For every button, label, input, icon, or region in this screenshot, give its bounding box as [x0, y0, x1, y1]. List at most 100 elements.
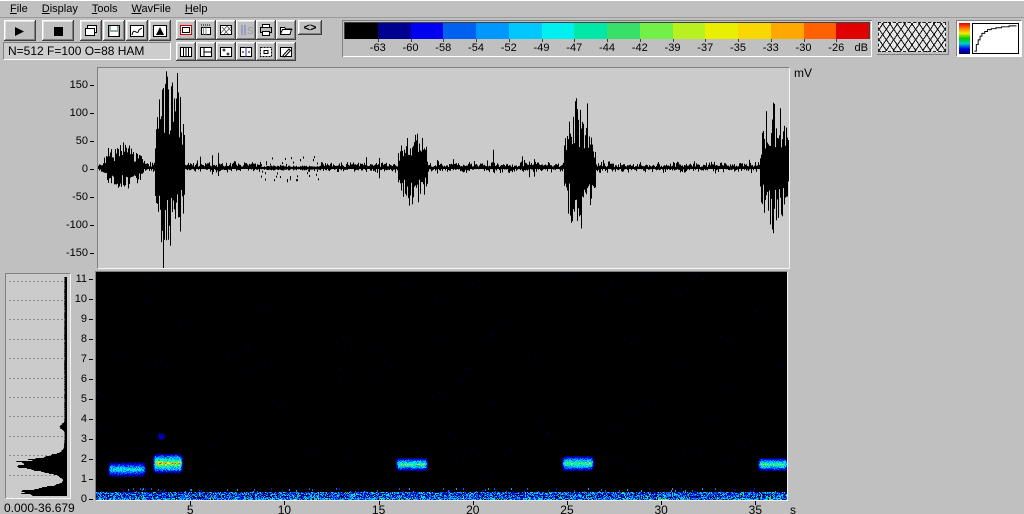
- transfer-curve-icon: [972, 23, 1019, 54]
- frequency-ytick-label: 3: [81, 433, 93, 445]
- active-window-button[interactable]: [176, 20, 196, 40]
- time-tick-label: 10: [277, 503, 292, 514]
- waveform-unit-label: mV: [794, 66, 812, 80]
- palette-curve-box[interactable]: [956, 20, 1022, 57]
- menu-display[interactable]: Display: [35, 2, 85, 17]
- play-button[interactable]: [4, 20, 36, 41]
- layout-inner-frame-button[interactable]: [256, 42, 276, 61]
- frequency-ytick-label: 9: [81, 313, 93, 325]
- waveform-view-button[interactable]: [126, 20, 148, 41]
- waveform-ytick-label: 50: [76, 135, 94, 147]
- frequency-ytick-label: 8: [81, 333, 93, 345]
- save-button[interactable]: [103, 20, 125, 41]
- analysis-settings-field[interactable]: [3, 42, 171, 60]
- palette-gradient-strip: [959, 23, 970, 54]
- frequency-ytick-label: 11: [76, 273, 93, 285]
- frequency-ytick-label: 5: [81, 393, 93, 405]
- cascade-windows-button[interactable]: [80, 20, 102, 41]
- time-tick-label: 15: [371, 503, 386, 514]
- spectrogram-window-button[interactable]: [216, 20, 236, 40]
- db-unit-label: dB: [854, 42, 868, 54]
- db-color-segment: [770, 23, 804, 39]
- time-tick-label: 20: [466, 503, 480, 514]
- time-tick-label: 35: [748, 503, 763, 514]
- db-color-segment: [345, 23, 378, 39]
- menu-file[interactable]: File: [3, 2, 35, 17]
- waveform-ytick-label: -150: [66, 247, 94, 259]
- waveform-panel[interactable]: [97, 67, 790, 269]
- menu-tools[interactable]: Tools: [85, 2, 125, 17]
- time-tick-label: 30: [654, 503, 668, 514]
- db-tick-label: -26: [828, 42, 845, 54]
- time-axis: s 5 10 15 20 25 30 35: [96, 501, 816, 514]
- frequency-ytick-label: 7: [81, 353, 93, 365]
- stop-button[interactable]: [42, 20, 74, 41]
- scroll-arrows-button[interactable]: <>: [298, 20, 322, 35]
- layout-vertical-bars-button[interactable]: [176, 42, 196, 61]
- db-color-bar: [344, 22, 870, 39]
- layout-cross-markers-button[interactable]: [216, 42, 236, 61]
- frequency-axis: 11 10 9 8 7 6 5 4 3 2 1 0: [68, 273, 94, 505]
- toolbar: dB -63 -60 -58 -54 -52 -49 -47 -44 -42 -39 -37 -35 -…: [0, 18, 1024, 61]
- main-content: 150 100 50 0 -50 -100 -150 mV 11 10 9 8 7 6 5 4 3 2 1 0 s…: [0, 61, 1024, 514]
- annotate-button[interactable]: [276, 42, 296, 61]
- layout-cursor-line-button[interactable]: [236, 42, 256, 61]
- db-tick-label: -30: [795, 42, 812, 54]
- db-tick-label: -54: [468, 42, 484, 54]
- db-color-segment: [803, 23, 837, 39]
- spectrogram-app-window: FileDisplayToolsWavFileHelp dB -63 -60 -58…: [0, 0, 1024, 514]
- db-tick-label: -37: [697, 42, 714, 54]
- db-tick-label: -47: [566, 42, 583, 54]
- waveform-ytick-label: 150: [70, 79, 94, 91]
- spectrogram-plot[interactable]: [96, 272, 787, 500]
- frequency-ytick-label: 6: [81, 373, 93, 385]
- db-tick-label: -58: [435, 42, 452, 54]
- db-tick-label: -39: [664, 42, 681, 54]
- layout-left-column-button[interactable]: [196, 42, 216, 61]
- db-color-scale: dB -63 -60 -58 -54 -52 -49 -47 -44 -42 -39 -37 -35 -…: [342, 20, 872, 57]
- waveform-ytick-label: -100: [66, 219, 94, 231]
- waveform-y-axis: 150 100 50 0 -50 -100 -150: [0, 65, 95, 277]
- frequency-ytick-label: 10: [75, 293, 93, 305]
- texture-pattern-box[interactable]: [878, 22, 946, 52]
- db-color-segment: [639, 23, 673, 39]
- db-tick-label: -60: [402, 42, 419, 54]
- db-tick-label: -63: [369, 42, 386, 54]
- db-color-segment: [410, 23, 444, 39]
- svg-text:S: S: [247, 26, 254, 37]
- db-tick-label: -52: [500, 42, 517, 54]
- db-tick-label: -49: [533, 42, 550, 54]
- frequency-ytick-label: 2: [81, 453, 93, 465]
- db-tick-label: -42: [631, 42, 648, 54]
- time-tick-label: 25: [560, 503, 574, 514]
- spectrogram-panel[interactable]: [95, 271, 788, 501]
- frequency-ytick-label: 1: [81, 473, 93, 485]
- spectrum-view-button[interactable]: [149, 20, 171, 41]
- average-spectrum-histogram: [7, 275, 69, 497]
- db-color-segment: [705, 23, 738, 39]
- average-spectrum-panel: [5, 273, 71, 499]
- waveform-ytick-label: -50: [72, 191, 94, 203]
- time-tick-label: 5: [186, 503, 194, 514]
- db-color-segment: [476, 23, 509, 39]
- db-color-segment: [836, 23, 869, 39]
- waveform-ytick-label: 0: [82, 163, 94, 175]
- db-color-segment: [541, 23, 575, 39]
- time-unit-label: s: [790, 503, 796, 514]
- menu-help[interactable]: Help: [178, 2, 215, 17]
- marker-ruler-button[interactable]: [196, 20, 216, 40]
- db-color-segment: [508, 23, 542, 39]
- frequency-ytick-label: 4: [81, 413, 93, 425]
- db-color-segment: [377, 23, 411, 39]
- db-tick-label: -44: [599, 42, 615, 54]
- time-range-label: 0.000-36.679: [4, 501, 75, 514]
- menu-wavfile[interactable]: WavFile: [125, 2, 178, 17]
- print-button[interactable]: [256, 20, 276, 40]
- waveform-plot[interactable]: [98, 68, 789, 268]
- sample-rate-button[interactable]: S: [236, 20, 256, 40]
- db-tick-label: -35: [730, 42, 746, 54]
- db-tick-label: -33: [762, 42, 779, 54]
- db-color-segment: [443, 23, 476, 39]
- db-color-segment: [574, 23, 607, 39]
- open-file-button[interactable]: [276, 20, 296, 40]
